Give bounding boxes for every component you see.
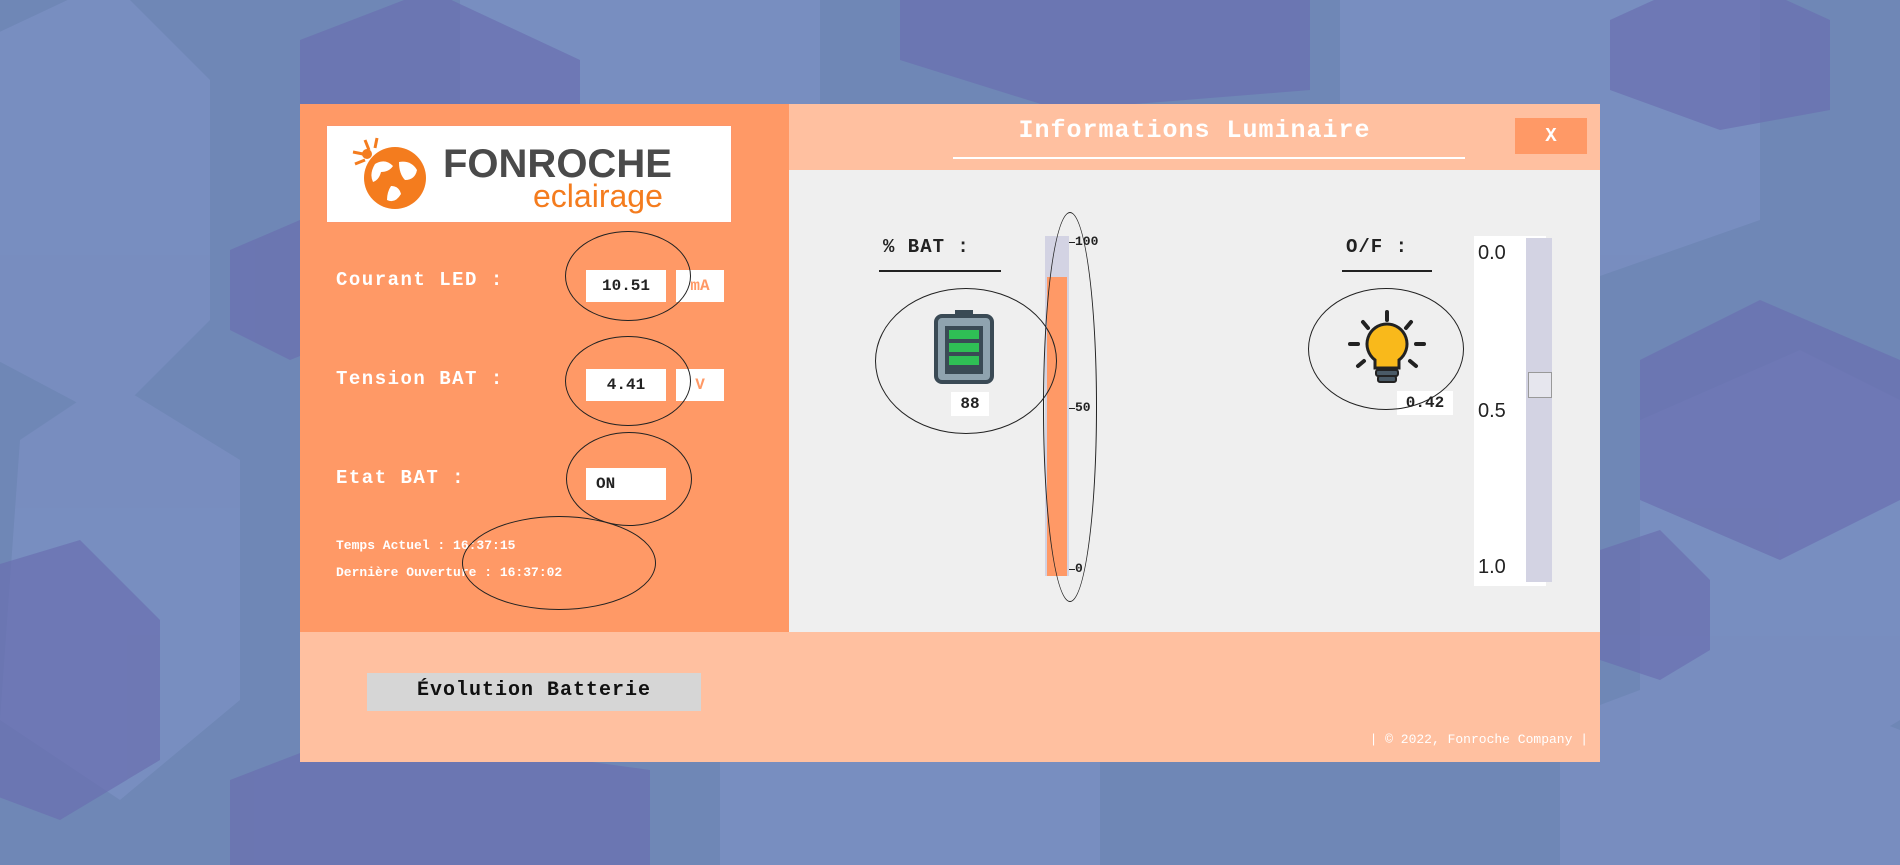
of-scale-05: 0.5 xyxy=(1478,400,1506,422)
battery-tick-100: 100 xyxy=(1075,234,1099,249)
battery-tick-50: 50 xyxy=(1075,400,1091,415)
battery-percent-value: 88 xyxy=(951,392,989,416)
evolution-batterie-button[interactable]: Évolution Batterie xyxy=(367,673,701,711)
temps-actuel-text: Temps Actuel : 16:37:15 xyxy=(336,538,516,553)
lightbulb-icon xyxy=(1348,310,1426,383)
close-button[interactable]: X xyxy=(1515,118,1587,154)
battery-gauge-fill xyxy=(1047,277,1067,576)
tension-bat-label: Tension BAT : xyxy=(336,368,504,390)
of-scale-0: 0.0 xyxy=(1478,242,1506,264)
window-title: Informations Luminaire xyxy=(1018,116,1371,145)
of-scale-1: 1.0 xyxy=(1478,556,1506,578)
left-panel: FONROCHE eclairage Courant LED : 10.51 m… xyxy=(300,104,789,632)
fonroche-logo: FONROCHE eclairage xyxy=(327,126,731,222)
courant-led-value: 10.51 xyxy=(586,270,666,302)
of-slider-track[interactable] xyxy=(1526,238,1552,582)
globe-sun-icon xyxy=(352,137,426,209)
tension-bat-unit: V xyxy=(676,369,724,401)
luminaire-window: FONROCHE eclairage Courant LED : 10.51 m… xyxy=(300,104,1600,762)
of-slider-thumb[interactable] xyxy=(1528,372,1552,398)
center-panel: % BAT : 88 100 50 0 O/F : 0.42 0.0 0.5 1… xyxy=(789,170,1600,632)
window-header: Informations Luminaire X xyxy=(789,104,1600,170)
title-underline xyxy=(953,157,1465,159)
derniere-ouverture-text: Dernière Ouverture : 16:37:02 xyxy=(336,565,563,580)
copyright-text: | © 2022, Fonroche Company | xyxy=(1369,732,1588,747)
battery-icon xyxy=(934,310,994,384)
battery-section-label: % BAT : xyxy=(883,236,970,258)
lamp-section-label: O/F : xyxy=(1346,236,1409,258)
battery-label-underline xyxy=(879,270,1001,272)
battery-gauge xyxy=(1045,236,1069,576)
tension-bat-value: 4.41 xyxy=(586,369,666,401)
lamp-label-underline xyxy=(1342,270,1432,272)
bottom-panel: Évolution Batterie | © 2022, Fonroche Co… xyxy=(300,632,1600,762)
battery-tick-0: 0 xyxy=(1075,561,1083,576)
etat-bat-label: Etat BAT : xyxy=(336,467,466,489)
etat-bat-value: ON xyxy=(586,468,666,500)
logo-line2: eclairage xyxy=(533,178,663,214)
lamp-value: 0.42 xyxy=(1397,391,1453,415)
courant-led-unit: mA xyxy=(676,270,724,302)
courant-led-label: Courant LED : xyxy=(336,269,504,291)
